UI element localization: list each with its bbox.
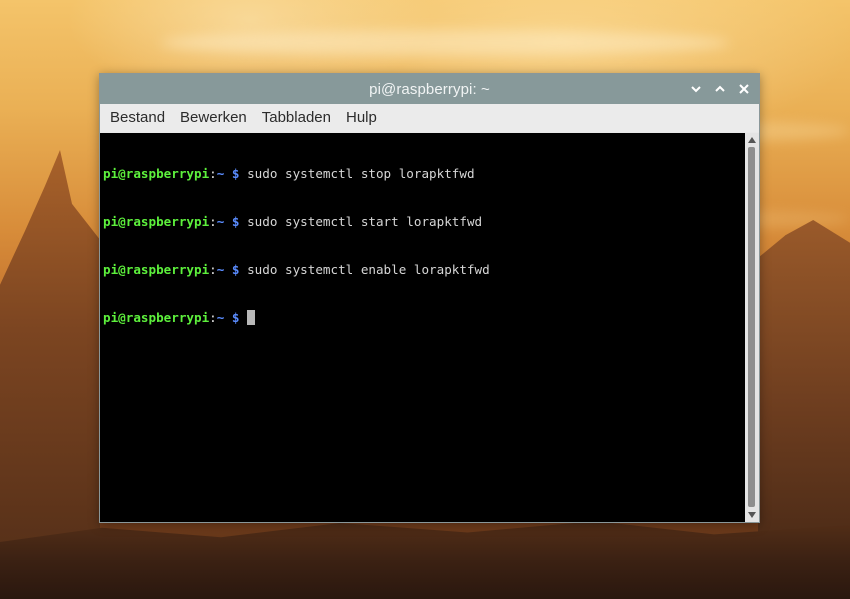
terminal-line-active[interactable]: pi@raspberrypi:~ $ [103, 310, 745, 326]
scroll-down-button[interactable] [745, 509, 759, 521]
terminal-command: sudo systemctl stop lorapktfwd [239, 166, 475, 181]
window-controls [687, 74, 753, 104]
menu-tabbladen[interactable]: Tabbladen [256, 104, 337, 132]
menu-hulp[interactable]: Hulp [340, 104, 383, 132]
window-title: pi@raspberrypi: ~ [369, 80, 490, 98]
terminal-line: pi@raspberrypi:~ $ sudo systemctl stop l… [103, 166, 745, 182]
prompt-user: pi@raspberrypi [103, 166, 210, 181]
prompt-path: ~ $ [216, 166, 240, 181]
terminal-line: pi@raspberrypi:~ $ sudo systemctl start … [103, 214, 745, 230]
close-icon [739, 84, 749, 94]
arrow-up-icon [748, 137, 756, 143]
menu-bewerken[interactable]: Bewerken [174, 104, 253, 132]
terminal-window: pi@raspberrypi: ~ Bestand Bewerken Tabbl… [99, 73, 760, 523]
window-titlebar[interactable]: pi@raspberrypi: ~ [100, 74, 759, 104]
vertical-scrollbar[interactable] [745, 133, 759, 522]
arrow-down-icon [748, 512, 756, 518]
scroll-up-button[interactable] [745, 134, 759, 146]
terminal-line: pi@raspberrypi:~ $ sudo systemctl enable… [103, 262, 745, 278]
prompt-separator: : [209, 262, 217, 277]
prompt-path: ~ $ [216, 214, 240, 229]
chevron-up-icon [715, 85, 725, 92]
chevron-down-icon [691, 86, 701, 93]
terminal-command: sudo systemctl start lorapktfwd [239, 214, 483, 229]
scrollbar-thumb[interactable] [748, 147, 755, 507]
terminal-output[interactable]: pi@raspberrypi:~ $ sudo systemctl stop l… [100, 133, 745, 522]
prompt-path: ~ $ [216, 310, 240, 325]
prompt-user: pi@raspberrypi [103, 262, 210, 277]
prompt-separator: : [209, 214, 217, 229]
prompt-separator: : [209, 166, 217, 181]
menu-bestand[interactable]: Bestand [104, 104, 171, 132]
prompt-user: pi@raspberrypi [103, 310, 210, 325]
maximize-button[interactable] [711, 80, 729, 98]
prompt-path: ~ $ [216, 262, 240, 277]
close-button[interactable] [735, 80, 753, 98]
prompt-user: pi@raspberrypi [103, 214, 210, 229]
text-cursor [247, 310, 256, 325]
menu-bar: Bestand Bewerken Tabbladen Hulp [100, 104, 759, 132]
terminal-command [240, 310, 248, 325]
minimize-button[interactable] [687, 80, 705, 98]
prompt-separator: : [209, 310, 217, 325]
terminal-command: sudo systemctl enable lorapktfwd [239, 262, 490, 277]
